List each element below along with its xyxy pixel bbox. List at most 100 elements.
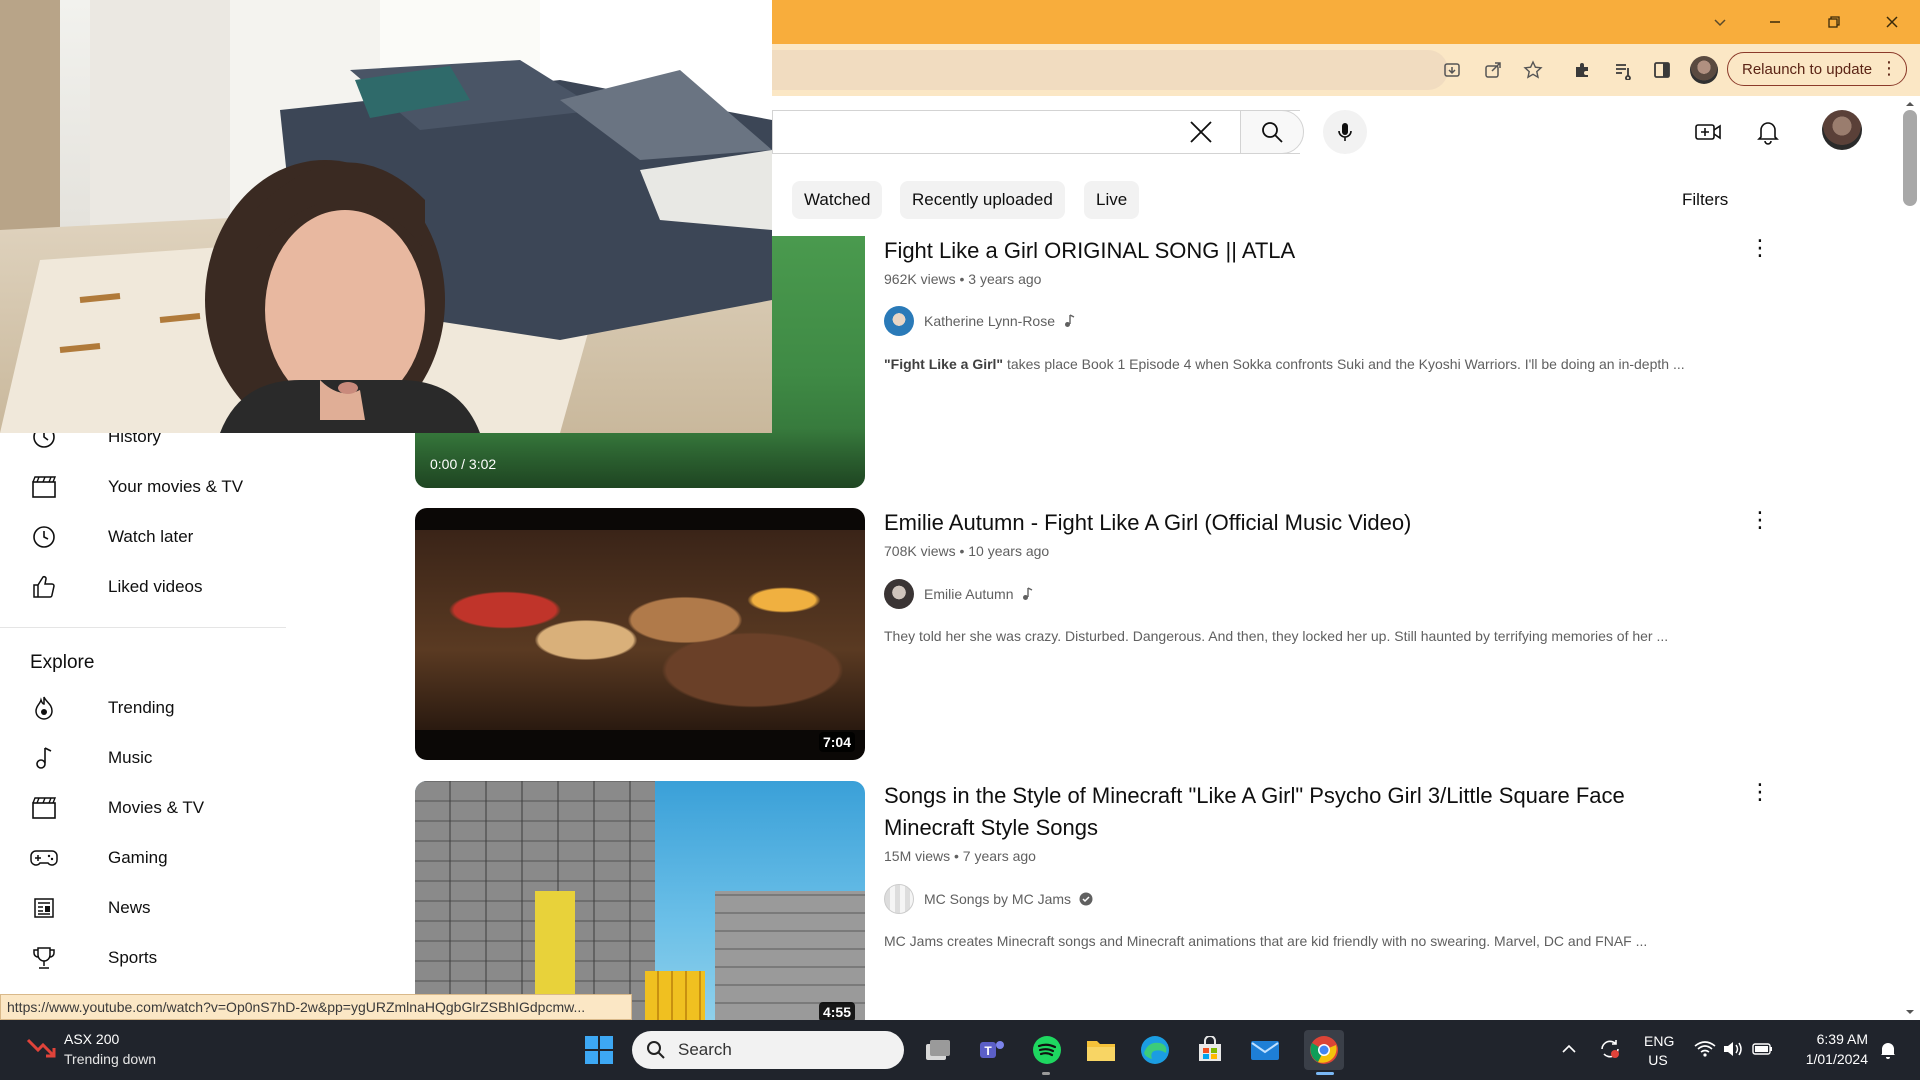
sidebar-item-gaming[interactable]: Gaming [24,833,384,883]
teams-icon[interactable]: T [976,1034,1008,1066]
search-icon [647,1041,665,1059]
sidebar-item-label: Your movies & TV [108,477,244,496]
more-vert-icon[interactable]: ⋮ [1748,234,1772,262]
channel-avatar[interactable] [884,579,914,609]
notification-bell-icon[interactable] [1878,1040,1898,1060]
windows-start-icon[interactable] [584,1035,614,1065]
reading-list-icon[interactable] [1609,56,1637,84]
video-meta: 708K views • 10 years ago [884,543,1050,559]
file-explorer-icon[interactable] [1085,1034,1117,1066]
create-video-icon[interactable] [1690,114,1726,150]
sidebar-item-watch-later[interactable]: Watch later [24,512,384,562]
more-vert-icon[interactable]: ⋮ [1748,778,1772,806]
sidebar-item-label: Watch later [108,527,194,546]
microphone-icon [1338,123,1352,141]
sidebar-item-liked-videos[interactable]: Liked videos [24,562,384,612]
clear-search-icon[interactable] [1185,116,1217,148]
trophy-icon [24,945,64,971]
clock-date[interactable]: 1/01/2024 [1790,1051,1868,1067]
bookmark-star-icon[interactable] [1519,56,1547,84]
search-button[interactable] [1240,110,1304,154]
chevron-up-icon[interactable] [1560,1040,1578,1058]
channel-name[interactable]: Emilie Autumn [924,586,1013,602]
stock-status: Trending down [64,1051,157,1067]
language-bottom[interactable]: US [1644,1052,1672,1068]
trending-icon [24,695,64,721]
sidebar-item-label: Movies & TV [108,798,205,817]
more-vert-icon[interactable]: ⋮ [1880,59,1898,77]
video-description: They told her she was crazy. Disturbed. … [884,628,1669,644]
taskbar [0,1020,1920,1080]
video-meta: 15M views • 7 years ago [884,848,1036,864]
music-note-icon [1021,587,1033,601]
microsoft-store-icon[interactable] [1194,1034,1226,1066]
clock-time[interactable]: 6:39 AM [1790,1031,1868,1047]
relaunch-label: Relaunch to update [1742,60,1873,78]
video-title[interactable]: Emilie Autumn - Fight Like A Girl (Offic… [884,507,1684,539]
player-time: 0:00 / 3:02 [430,456,497,472]
stock-widget[interactable] [26,1036,56,1058]
chip-recently-uploaded[interactable]: Recently uploaded [900,181,1065,219]
chip-live[interactable]: Live [1084,181,1140,219]
close-window-icon[interactable] [1878,8,1906,36]
extensions-puzzle-icon[interactable] [1568,56,1596,84]
relaunch-button[interactable]: Relaunch to update ⋮ [1727,52,1907,86]
sidebar-item-news[interactable]: News [24,883,384,933]
link-status-bar: https://www.youtube.com/watch?v=Op0nS7hD… [0,994,632,1020]
video-duration: 4:55 [818,1002,855,1020]
gamepad-icon [24,847,64,869]
mail-icon[interactable] [1249,1034,1281,1066]
sync-icon[interactable] [1598,1037,1622,1061]
channel-avatar[interactable] [884,306,914,336]
install-app-icon[interactable] [1438,56,1466,84]
scrollbar[interactable] [1900,96,1920,1020]
sidebar-item-music[interactable]: Music [24,733,384,783]
scrollbar-thumb[interactable] [1903,110,1917,206]
stock-name: ASX 200 [64,1031,120,1047]
voice-search-button[interactable] [1323,110,1367,154]
battery-icon[interactable] [1752,1041,1774,1057]
sidebar-divider [0,627,286,628]
account-avatar[interactable] [1822,110,1862,150]
edge-browser-icon[interactable] [1139,1034,1171,1066]
volume-icon[interactable] [1722,1040,1744,1058]
sidebar-item-trending[interactable]: Trending [24,683,384,733]
description-text: takes place Book 1 Episode 4 when Sokka … [1003,356,1685,372]
chip-watched[interactable]: Watched [792,181,883,219]
profile-avatar[interactable] [1690,56,1718,84]
sidebar-item-label: Liked videos [108,577,203,596]
sidebar-item-movies-tv[interactable]: Movies & TV [24,783,384,833]
minimize-icon[interactable] [1761,8,1789,36]
channel-row[interactable]: MC Songs by MC Jams [884,884,1093,914]
side-panel-icon[interactable] [1648,56,1676,84]
wifi-icon[interactable] [1694,1040,1716,1058]
video-thumbnail[interactable]: 7:04 [415,508,865,760]
notifications-bell-icon[interactable] [1750,114,1786,150]
more-vert-icon[interactable]: ⋮ [1748,506,1772,534]
sidebar-item-your-movies-tv[interactable]: Your movies & TV [24,462,384,512]
music-note-icon [24,745,64,771]
channel-row[interactable]: Katherine Lynn-Rose [884,306,1075,336]
sidebar-item-sports[interactable]: Sports [24,933,384,983]
video-title[interactable]: Songs in the Style of Minecraft "Like A … [884,780,1684,844]
channel-row[interactable]: Emilie Autumn [884,579,1033,609]
language-top[interactable]: ENG [1644,1033,1674,1049]
video-title[interactable]: Fight Like a Girl ORIGINAL SONG || ATLA [884,235,1684,267]
svg-text:T: T [984,1044,992,1058]
taskbar-search[interactable]: Search [632,1031,904,1069]
chrome-icon[interactable] [1304,1030,1344,1070]
share-icon[interactable] [1479,56,1507,84]
browser-title-bar [772,0,1920,44]
clock-icon [24,524,64,550]
task-view-icon[interactable] [922,1034,954,1066]
channel-name[interactable]: Katherine Lynn-Rose [924,313,1055,329]
address-bar[interactable] [772,50,1448,90]
chevron-down-icon[interactable] [1706,8,1734,36]
spotify-icon[interactable] [1031,1034,1063,1066]
video-thumbnail[interactable]: 4:55 [415,781,865,1020]
channel-name[interactable]: MC Songs by MC Jams [924,891,1071,907]
channel-avatar[interactable] [884,884,914,914]
restore-icon[interactable] [1820,8,1848,36]
search-input[interactable] [772,110,1300,154]
filters-button[interactable]: Filters [1682,190,1728,210]
